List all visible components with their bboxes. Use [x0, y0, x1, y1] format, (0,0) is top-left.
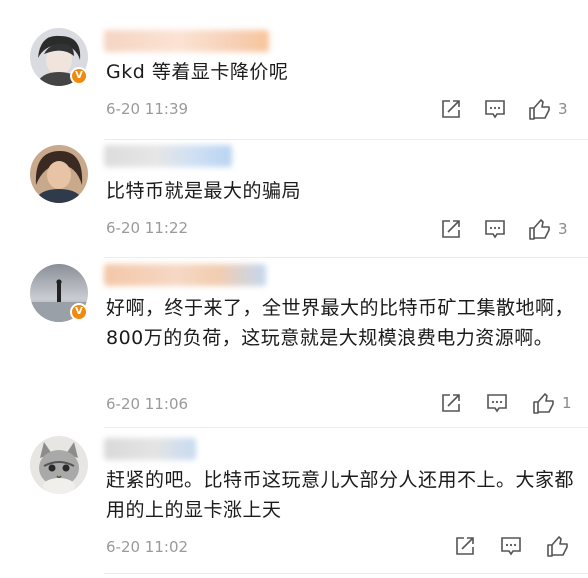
avatar-icon: [30, 145, 88, 203]
reply-button[interactable]: [484, 97, 506, 121]
share-icon: [442, 220, 460, 238]
comment-text: 比特币就是最大的骗局: [106, 180, 302, 202]
verified-badge: V: [70, 303, 88, 321]
share-icon: [456, 537, 474, 555]
username-blurred[interactable]: [104, 438, 196, 460]
comment-text: 好啊，终于来了，全世界最大的比特币矿工集散地啊，800万的负荷，这玩意就是大规模…: [106, 297, 575, 349]
like-button[interactable]: 3: [528, 97, 568, 121]
thumbs-up-icon: [529, 99, 550, 120]
comment-item: 赶紧的吧。比特币这玩意儿大部分人还用不上。大家都用的上的显卡涨上天 6-20 1…: [0, 428, 588, 578]
comment-icon: [487, 394, 507, 413]
like-count: 3: [558, 220, 568, 238]
share-button[interactable]: [440, 391, 462, 415]
comment-timestamp: 6-20 11:06: [106, 395, 189, 413]
comment-text: Gkd 等着显卡降价呢: [106, 61, 289, 83]
comment-icon: [501, 537, 521, 556]
avatar[interactable]: [30, 436, 88, 494]
thumbs-up-icon: [533, 393, 554, 414]
username-blurred[interactable]: [104, 264, 266, 286]
avatar[interactable]: [30, 145, 88, 203]
share-button[interactable]: [440, 97, 462, 121]
reply-button[interactable]: [486, 391, 508, 415]
comment-item: 比特币就是最大的骗局 6-20 11:22 3: [0, 140, 588, 258]
comment-icon: [485, 220, 505, 239]
reply-button[interactable]: [500, 534, 522, 558]
share-button[interactable]: [440, 217, 462, 241]
avatar-icon: [30, 436, 88, 494]
comment-timestamp: 6-20 11:39: [106, 100, 189, 118]
comment-timestamp: 6-20 11:02: [106, 538, 189, 556]
share-icon: [442, 100, 460, 118]
username-blurred[interactable]: [104, 145, 232, 167]
comment-timestamp: 6-20 11:22: [106, 219, 189, 237]
share-button[interactable]: [454, 534, 476, 558]
thumbs-up-icon: [547, 536, 568, 557]
like-count: 3: [558, 100, 568, 118]
comment-item: V Gkd 等着显卡降价呢 6-20 11:39 3: [0, 0, 588, 140]
comment-item: V 好啊，终于来了，全世界最大的比特币矿工集散地啊，800万的负荷，这玩意就是大…: [0, 258, 588, 428]
divider: [104, 573, 588, 574]
comment-text: 赶紧的吧。比特币这玩意儿大部分人还用不上。大家都用的上的显卡涨上天: [106, 469, 575, 521]
comment-icon: [485, 100, 505, 119]
share-icon: [442, 394, 460, 412]
verified-badge: V: [70, 67, 88, 85]
like-button[interactable]: 3: [528, 217, 568, 241]
like-button[interactable]: 1: [532, 391, 572, 415]
like-count: 1: [562, 394, 572, 412]
thumbs-up-icon: [529, 219, 550, 240]
username-blurred[interactable]: [104, 30, 269, 52]
like-button[interactable]: [546, 534, 576, 558]
reply-button[interactable]: [484, 217, 506, 241]
